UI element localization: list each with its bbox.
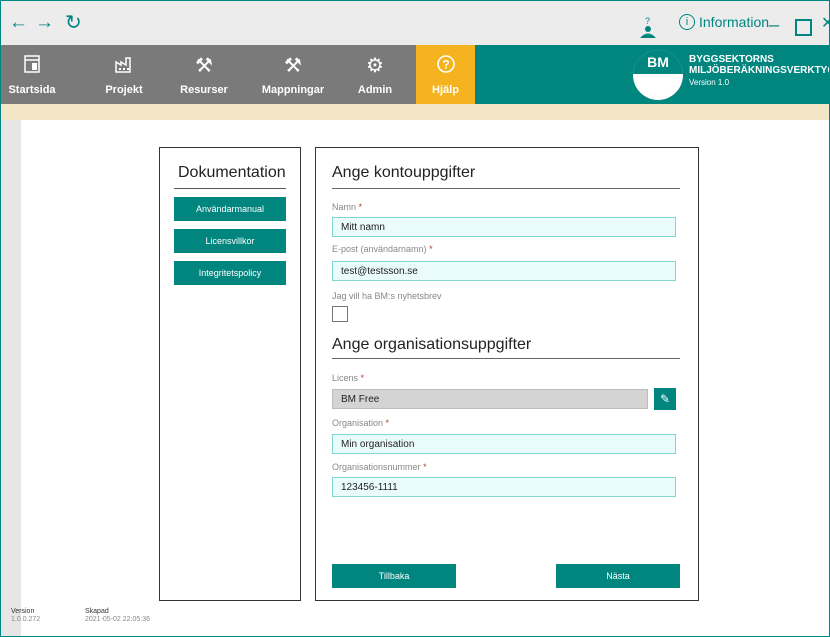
license-field: BM Free (332, 389, 648, 409)
bm-logo: BM (633, 50, 683, 100)
organisation-field[interactable]: Min organisation (332, 434, 676, 454)
version-info: Version 1.0.0.272 (11, 608, 40, 624)
organisation-label: Organisation * (332, 418, 390, 428)
license-terms-button[interactable]: Licensvillkor (174, 229, 286, 253)
next-button[interactable]: Nästa (556, 564, 680, 588)
divider (332, 358, 680, 359)
home-icon (5, 45, 59, 84)
toolbar-label: Resurser (180, 84, 228, 96)
privacy-policy-button[interactable]: Integritetspolicy (174, 261, 286, 285)
toolbar-item-admin[interactable]: ⚙ Admin (353, 45, 397, 104)
user-manual-button[interactable]: Användarmanual (174, 197, 286, 221)
information-link[interactable]: Information (699, 14, 769, 30)
toolbar-item-mappningar[interactable]: ⚒ Mappningar (257, 45, 329, 104)
organisation-heading: Ange organisationsuppgifter (332, 336, 532, 353)
orgnr-label: Organisationsnummer * (332, 462, 427, 472)
minimize-icon[interactable]: _ (769, 7, 779, 28)
maximize-icon[interactable] (795, 19, 812, 36)
main-toolbar: Startsida Projekt ⚒ Resurser ⚒ Mappninga… (1, 45, 830, 104)
toolbar-label: Mappningar (261, 84, 325, 96)
account-form: Ange kontouppgifter Namn * Mitt namn E-p… (315, 147, 699, 601)
back-button[interactable]: Tillbaka (332, 564, 456, 588)
newsletter-checkbox[interactable] (332, 306, 348, 322)
created-info: Skapad 2021-05-02 22:05:36 (85, 608, 150, 624)
tools-icon: ⚒ (284, 55, 302, 77)
name-label: Namn * (332, 202, 363, 212)
toolbar-item-hjalp[interactable]: ? Hjälp (416, 45, 475, 104)
email-field[interactable]: test@testsson.se (332, 261, 676, 281)
email-label: E-post (användarnamn) * (332, 244, 433, 254)
info-icon[interactable]: i (679, 14, 695, 30)
newsletter-label: Jag vill ha BM:s nyhetsbrev (332, 291, 442, 301)
created-value: 2021-05-02 22:05:36 (85, 616, 150, 623)
help-icon: ? (416, 45, 475, 84)
close-icon[interactable]: ✕ (821, 13, 829, 33)
orgnr-field[interactable]: 123456-1111 (332, 477, 676, 497)
toolbar-item-resurser[interactable]: ⚒ Resurser (177, 45, 231, 104)
user-icon[interactable]: ? (637, 17, 659, 39)
version-value: 1.0.0.272 (11, 616, 41, 623)
documentation-panel: Dokumentation Användarmanual Licensvillk… (159, 147, 301, 601)
toolbar-label: Startsida (8, 84, 56, 96)
license-label: Licens * (332, 373, 365, 383)
name-field[interactable]: Mitt namn (332, 217, 676, 237)
app-window: ← → ↻ ? i Information _ ✕ Startsida Proj… (0, 0, 830, 637)
tools-icon: ⚒ (195, 55, 213, 77)
toolbar-item-startsida[interactable]: Startsida (5, 45, 59, 104)
pencil-icon: ✎ (659, 392, 671, 406)
brand-version: Version 1.0 (689, 78, 730, 87)
divider (174, 188, 286, 189)
edit-license-button[interactable]: ✎ (654, 388, 676, 410)
logo-text: BM (647, 54, 669, 70)
gear-icon: ⚙ (366, 55, 384, 77)
title-bar: ← → ↻ ? i Information _ ✕ (1, 1, 829, 45)
brand-line1: BYGGSEKTORNS (689, 54, 774, 65)
toolbar-label: Hjälp (432, 84, 459, 96)
created-label: Skapad (85, 608, 109, 615)
toolbar-label: Admin (357, 84, 393, 96)
toolbar-background (1, 45, 475, 104)
divider (332, 188, 680, 189)
toolbar-item-projekt[interactable]: Projekt (101, 45, 147, 104)
header-strip (1, 104, 829, 120)
account-heading: Ange kontouppgifter (332, 164, 476, 181)
brand-line2: MILJÖBERÄKNINGSVERKTYG (689, 65, 830, 76)
factory-icon (101, 45, 147, 84)
arrow-left-icon[interactable]: ← (9, 12, 28, 34)
version-label: Version (11, 608, 35, 615)
svg-text:?: ? (645, 17, 650, 26)
svg-text:?: ? (442, 58, 449, 72)
arrow-right-icon[interactable]: → (35, 12, 54, 34)
documentation-title: Dokumentation (178, 164, 286, 181)
toolbar-label: Projekt (105, 84, 143, 96)
reload-icon[interactable]: ↻ (65, 10, 82, 35)
